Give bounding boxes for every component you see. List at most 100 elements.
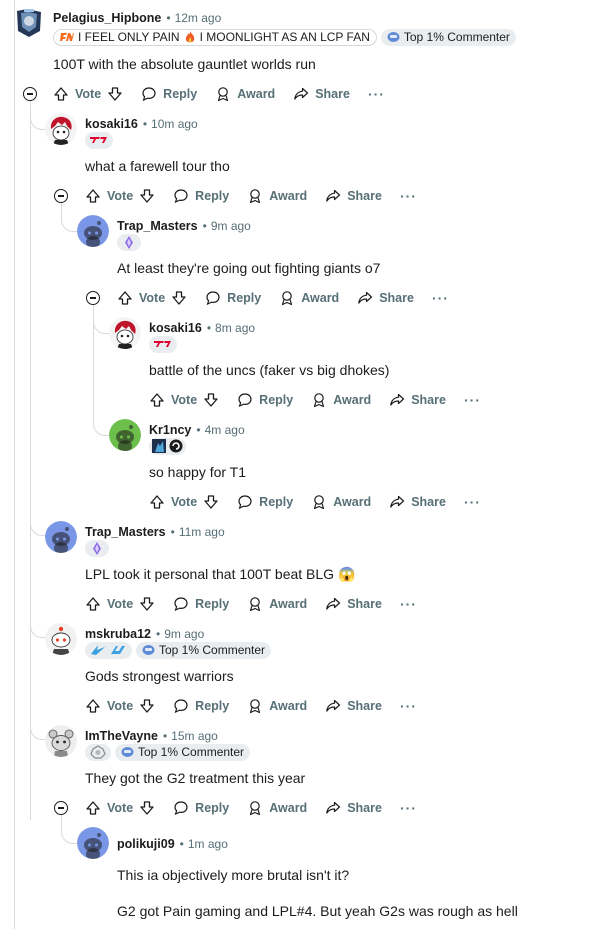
reply-button[interactable]: Reply (205, 290, 261, 306)
more-icon[interactable]: ··· (368, 86, 385, 102)
user-flair (85, 131, 113, 149)
timestamp[interactable]: 15m ago (171, 729, 218, 743)
timestamp[interactable]: 1m ago (188, 837, 228, 851)
share-label: Share (315, 87, 350, 101)
vote-label: Vote (107, 597, 134, 611)
share-button[interactable]: Share (325, 800, 382, 816)
collapse-icon[interactable] (54, 189, 68, 203)
downvote-icon[interactable] (139, 800, 155, 816)
more-icon[interactable]: ··· (400, 698, 417, 714)
upvote-icon[interactable] (85, 698, 101, 714)
username[interactable]: polikuji09 (117, 837, 175, 851)
avatar[interactable] (13, 7, 45, 39)
avatar[interactable] (45, 725, 77, 757)
share-button[interactable]: Share (325, 596, 382, 612)
share-button[interactable]: Share (325, 698, 382, 714)
more-icon[interactable]: ··· (400, 800, 417, 816)
timestamp[interactable]: 12m ago (175, 11, 222, 25)
vote-control: Vote (117, 290, 187, 306)
avatar[interactable] (109, 419, 141, 451)
downvote-icon[interactable] (139, 596, 155, 612)
flair-text: I FEEL ONLY PAIN (78, 30, 180, 44)
award-button[interactable]: Award (311, 494, 371, 510)
upvote-icon[interactable] (117, 290, 133, 306)
reply-icon (238, 393, 252, 408)
username[interactable]: Trap_Masters (117, 219, 198, 233)
separator: • (166, 11, 171, 25)
vote-label: Vote (139, 291, 166, 305)
timestamp[interactable]: 8m ago (215, 321, 255, 335)
more-icon[interactable]: ··· (464, 392, 481, 408)
reply-button[interactable]: Reply (173, 188, 229, 204)
thread-connector (30, 714, 46, 740)
separator: • (179, 837, 184, 851)
thread-connector (30, 110, 46, 130)
collapse-icon[interactable] (86, 291, 100, 305)
collapse-icon[interactable] (23, 87, 37, 101)
more-icon[interactable]: ··· (432, 290, 449, 306)
comment-body: Gods strongest warriors (85, 668, 234, 684)
timestamp[interactable]: 10m ago (151, 117, 198, 131)
reply-button[interactable]: Reply (173, 596, 229, 612)
more-icon[interactable]: ··· (464, 494, 481, 510)
award-button[interactable]: Award (247, 800, 307, 816)
upvote-icon[interactable] (85, 596, 101, 612)
flair-row: Top 1% Commenter (85, 641, 272, 659)
reply-button[interactable]: Reply (237, 392, 293, 408)
collapse-icon[interactable] (54, 801, 68, 815)
downvote-icon[interactable] (203, 392, 219, 408)
reply-button[interactable]: Reply (141, 86, 197, 102)
avatar[interactable] (77, 215, 109, 247)
timestamp[interactable]: 4m ago (205, 423, 245, 437)
separator: • (196, 423, 201, 437)
downvote-icon[interactable] (171, 290, 187, 306)
avatar[interactable] (109, 317, 141, 349)
share-button[interactable]: Share (325, 188, 382, 204)
award-button[interactable]: Award (247, 188, 307, 204)
award-button[interactable]: Award (247, 596, 307, 612)
avatar[interactable] (45, 113, 77, 145)
upvote-icon[interactable] (149, 494, 165, 510)
comment-body-paragraph: G2 got Pain gaming and LPL#4. But yeah G… (117, 903, 518, 919)
award-button[interactable]: Award (279, 290, 339, 306)
award-label: Award (237, 87, 276, 101)
upvote-icon[interactable] (85, 800, 101, 816)
username[interactable]: Kr1ncy (149, 423, 191, 437)
award-button[interactable]: Award (311, 392, 371, 408)
avatar[interactable] (45, 623, 77, 655)
upvote-icon[interactable] (53, 86, 69, 102)
username[interactable]: ImTheVayne (85, 729, 158, 743)
upvote-icon[interactable] (85, 188, 101, 204)
comment-actions: Vote Reply Award Share ··· (149, 388, 481, 412)
downvote-icon[interactable] (139, 698, 155, 714)
reply-button[interactable]: Reply (173, 698, 229, 714)
username[interactable]: kosaki16 (149, 321, 202, 335)
share-button[interactable]: Share (389, 392, 446, 408)
reply-button[interactable]: Reply (237, 494, 293, 510)
award-button[interactable]: Award (247, 698, 307, 714)
username[interactable]: Pelagius_Hipbone (53, 11, 161, 25)
share-button[interactable]: Share (357, 290, 414, 306)
username[interactable]: mskruba12 (85, 627, 151, 641)
timestamp[interactable]: 9m ago (211, 219, 251, 233)
reply-label: Reply (259, 495, 294, 509)
timestamp[interactable]: 9m ago (164, 627, 204, 641)
avatar[interactable] (45, 521, 77, 553)
award-button[interactable]: Award (215, 86, 275, 102)
rank-emblem-icon (90, 745, 106, 759)
username[interactable]: kosaki16 (85, 117, 138, 131)
more-icon[interactable]: ··· (400, 188, 417, 204)
share-button[interactable]: Share (293, 86, 350, 102)
username[interactable]: Trap_Masters (85, 525, 166, 539)
share-button[interactable]: Share (389, 494, 446, 510)
reply-button[interactable]: Reply (173, 800, 229, 816)
downvote-icon[interactable] (203, 494, 219, 510)
vote-control: Vote (149, 392, 219, 408)
more-icon[interactable]: ··· (400, 596, 417, 612)
avatar[interactable] (77, 827, 109, 859)
timestamp[interactable]: 11m ago (179, 525, 225, 539)
downvote-icon[interactable] (139, 188, 155, 204)
share-icon (358, 291, 373, 304)
downvote-icon[interactable] (107, 86, 123, 102)
upvote-icon[interactable] (149, 392, 165, 408)
